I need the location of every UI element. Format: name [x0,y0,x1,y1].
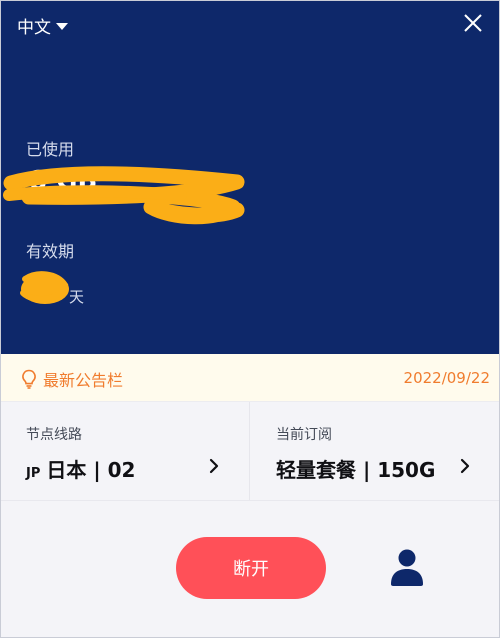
route-value: 日本 | 02 [46,458,136,482]
subscription-card[interactable]: 当前订阅 轻量套餐 | 150G [250,402,499,500]
app-window: 中文 已使用 8 GB 有效期 天 最新公告栏 2022/09/22 节点线路 … [0,0,500,638]
usage-panel: 中文 已使用 8 GB 有效期 天 [1,1,499,354]
disconnect-button[interactable]: 断开 [176,537,326,599]
route-label: 节点线路 [26,427,82,443]
country-code: JP [26,466,41,481]
chevron-right-icon [209,458,219,474]
notice-title: 最新公告栏 [43,371,124,390]
route-value-group: JP 日本 | 02 [26,454,135,483]
route-card[interactable]: 节点线路 JP 日本 | 02 [1,402,250,500]
subscription-value-group: 轻量套餐 | 150G [276,454,435,483]
notice-link[interactable]: 最新公告栏 [21,367,123,391]
info-cards: 节点线路 JP 日本 | 02 当前订阅 轻量套餐 | 150G [1,402,499,501]
user-icon[interactable] [389,547,425,587]
subscription-label: 当前订阅 [276,427,332,443]
redaction-scribble [3,166,245,304]
chevron-right-icon [460,458,470,474]
lightbulb-icon [22,369,36,389]
subscription-value: 轻量套餐 | 150G [276,458,436,482]
notice-date: 2022/09/22 [403,369,490,387]
notice-bar: 最新公告栏 2022/09/22 [1,354,499,402]
